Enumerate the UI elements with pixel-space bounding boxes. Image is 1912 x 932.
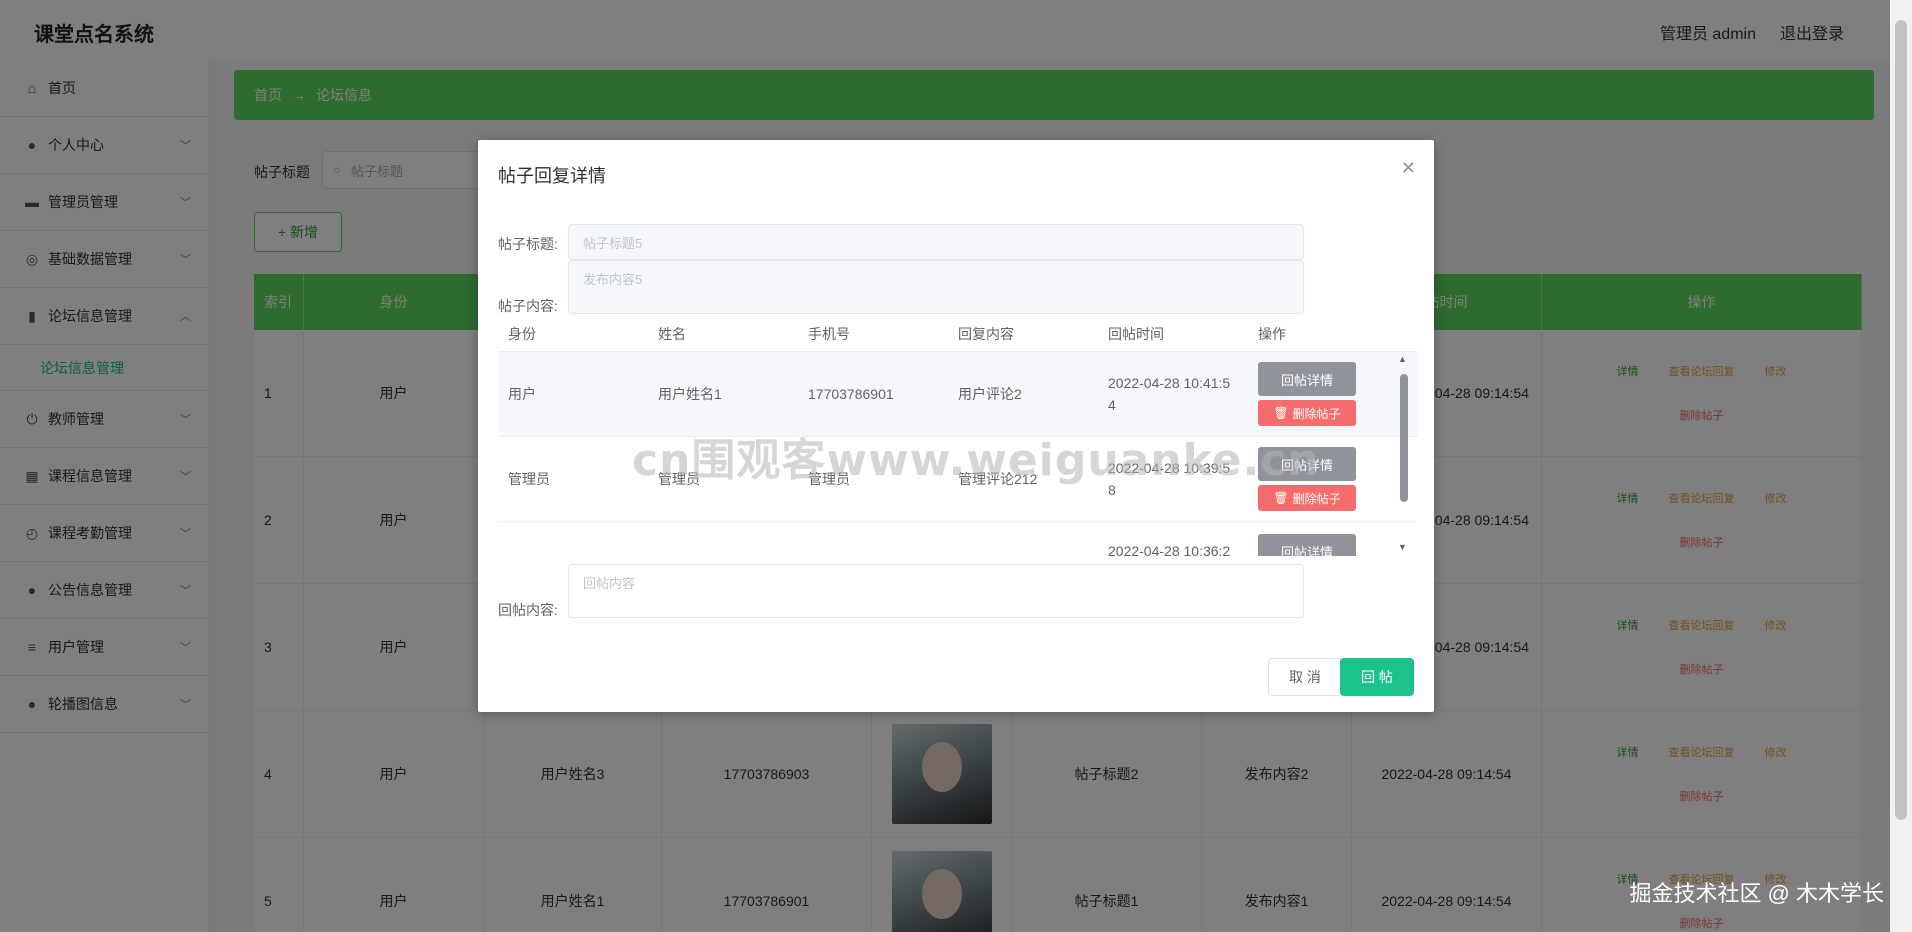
reply-time: 2022-04-28 10:41:5 4: [1098, 372, 1248, 416]
submit-reply-button[interactable]: 回 帖: [1340, 658, 1414, 696]
reply-role: 管理员: [508, 471, 550, 487]
delete-post-label: 删除帖子: [1292, 491, 1341, 506]
post-title-label: 帖子标题:: [498, 236, 558, 252]
watermark-text: cn围观客www.weiguanke.cn: [632, 435, 1320, 486]
reply-table-header: 身份 姓名 手机号 回复内容 回帖时间 操作: [498, 316, 1418, 352]
reply-content: 用户评论2: [958, 386, 1022, 402]
scroll-down-icon[interactable]: ▼: [1398, 542, 1407, 552]
trash-icon: 🗑: [1273, 491, 1289, 505]
reply-time-line: 2022-04-28 10:41:5: [1108, 375, 1231, 391]
col-phone: 手机号: [808, 325, 850, 342]
trash-icon: 🗑: [1273, 406, 1289, 420]
reply-name: 用户姓名1: [658, 386, 722, 402]
delete-post-label: 删除帖子: [1292, 406, 1341, 421]
reply-table-scroll-thumb[interactable]: [1400, 374, 1408, 502]
reply-role: 用户: [508, 386, 536, 402]
delete-post-button[interactable]: 🗑 删除帖子: [1258, 400, 1356, 426]
post-content-field: 发布内容5: [568, 260, 1304, 314]
page-scrollbar-thumb[interactable]: [1895, 20, 1907, 820]
reply-ops: 回帖详情 🗑 删除帖子: [1248, 362, 1398, 426]
reply-content-label: 回帖内容:: [498, 602, 558, 618]
col-role: 身份: [508, 325, 536, 342]
post-content-label: 帖子内容:: [498, 298, 558, 314]
cancel-button[interactable]: 取 消: [1268, 658, 1342, 696]
reply-detail-button[interactable]: 回帖详情: [1258, 534, 1356, 556]
scroll-up-icon[interactable]: ▲: [1398, 354, 1407, 364]
delete-post-button[interactable]: 🗑 删除帖子: [1258, 485, 1356, 511]
dialog-title: 帖子回复详情: [498, 166, 606, 186]
col-ops: 操作: [1258, 325, 1286, 342]
page-scrollbar[interactable]: [1890, 0, 1912, 932]
reply-row: 2022-04-28 10:36:2 回帖详情: [498, 522, 1418, 556]
corner-watermark: 掘金技术社区 @ 木木学长: [1629, 881, 1884, 906]
reply-detail-button[interactable]: 回帖详情: [1258, 362, 1356, 396]
reply-time-line: 4: [1108, 397, 1116, 413]
reply-phone: 17703786901: [808, 386, 894, 402]
reply-content-input[interactable]: 回帖内容: [568, 564, 1304, 618]
col-reply: 回复内容: [958, 325, 1014, 342]
post-title-field: 帖子标题5: [568, 224, 1304, 260]
close-icon[interactable]: ✕: [1401, 158, 1416, 179]
col-name: 姓名: [658, 325, 686, 342]
reply-time-line: 2022-04-28 10:36:2: [1108, 543, 1231, 556]
reply-time: 2022-04-28 10:36:2: [1098, 534, 1248, 556]
col-time: 回帖时间: [1108, 325, 1164, 342]
reply-table-scrollbar[interactable]: ▲ ▼: [1398, 354, 1408, 552]
reply-ops: 回帖详情: [1248, 534, 1398, 556]
